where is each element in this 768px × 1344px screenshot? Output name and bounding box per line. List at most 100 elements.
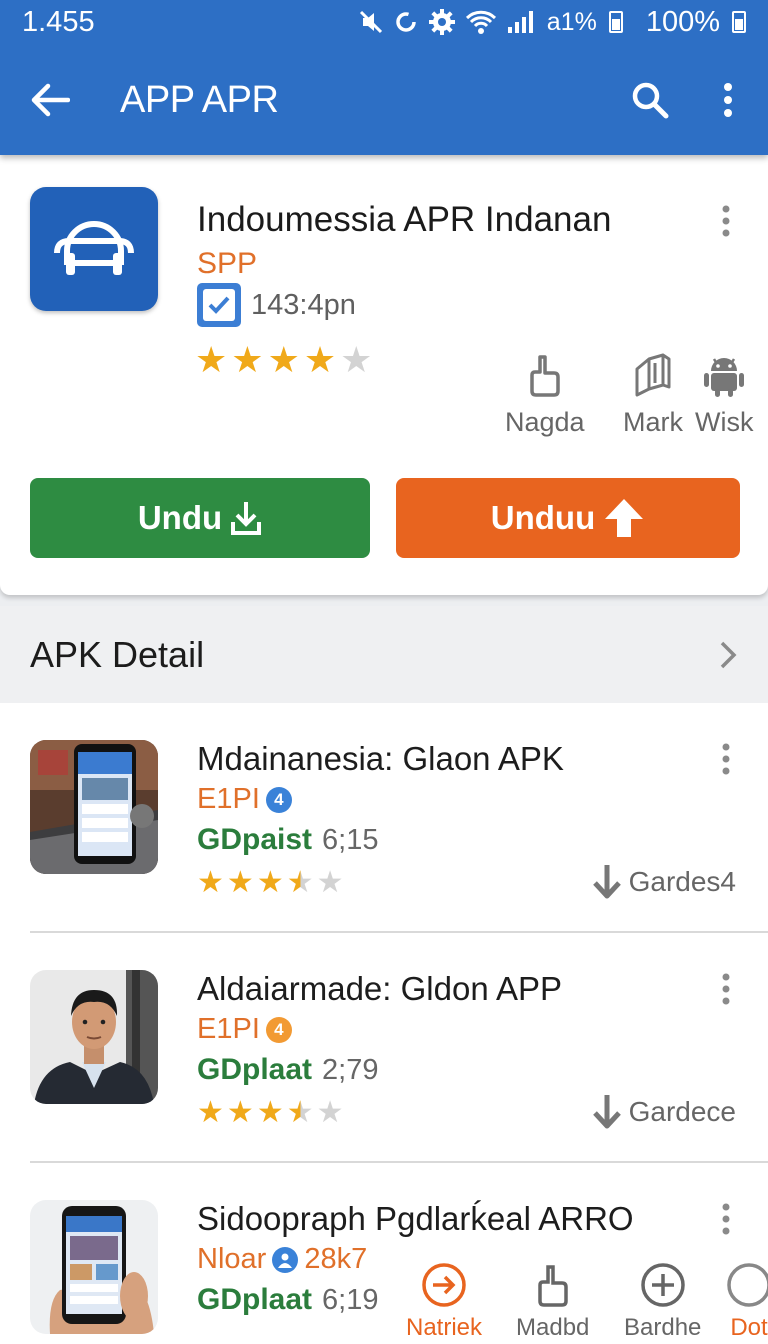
star-empty-icon: ★ [316, 1096, 344, 1129]
search-icon [632, 82, 669, 119]
battery-icon [732, 11, 746, 33]
app-actions: Nagda Mark Wisk [505, 353, 760, 448]
star-icon: ★ [226, 1096, 254, 1129]
nav-label: Bardhe [624, 1314, 702, 1341]
star-empty-icon: ★ [340, 339, 373, 380]
verified-checkbox[interactable] [197, 283, 241, 327]
item-category-label: E1PI [197, 783, 260, 815]
item-title: Sidoopraph Pgdlarḱeal ARRO [197, 1200, 634, 1237]
star-half-icon: ★ [286, 866, 314, 899]
item-publisher: GDplaat 2;79 [197, 1053, 378, 1087]
item-developer: GDplaat [197, 1283, 313, 1316]
headphones-logo-icon [54, 221, 134, 275]
item-download[interactable]: Gardece [591, 1093, 736, 1131]
star-empty-icon: ★ [316, 866, 344, 899]
app-more-button[interactable] [714, 205, 738, 239]
download-arrow-icon [592, 1095, 621, 1129]
overflow-menu-button[interactable] [688, 62, 768, 138]
download-button-label: Undu [137, 499, 223, 536]
action-label: Nagda [505, 407, 585, 437]
item-more-button[interactable] [714, 973, 738, 1007]
circle-icon [727, 1263, 768, 1307]
chevron-right-icon [688, 640, 768, 670]
nav-natriek[interactable]: Natriek [406, 1262, 482, 1342]
item-developer: GDplaat [197, 1053, 313, 1086]
sync-icon [393, 9, 419, 35]
item-category: E1PI 4 [197, 783, 292, 816]
settings-icon [428, 8, 456, 36]
item-category-label: Nloar [197, 1243, 267, 1275]
app-title: Indoumessia APR Indanan [197, 200, 612, 239]
list-item[interactable]: Aldaiarmade: Gldon APP E1PI 4 GDplaat 2;… [0, 933, 768, 1163]
item-version: 2;79 [322, 1054, 379, 1086]
star-icon: ★ [267, 339, 300, 380]
arrow-circle-icon [422, 1263, 466, 1307]
wifi-icon [465, 9, 497, 35]
plus-circle-icon [640, 1263, 685, 1307]
item-category: Nloar 28k7 [197, 1243, 367, 1276]
search-button[interactable] [612, 62, 688, 138]
item-badge: 4 [265, 1016, 292, 1043]
star-half-icon: ★ [286, 1096, 314, 1129]
android-icon [704, 358, 745, 397]
download-button[interactable]: Undu [30, 478, 370, 558]
check-icon [208, 296, 230, 314]
mark-icon [635, 353, 671, 397]
battery-small-icon [608, 11, 623, 33]
item-badge: 4 [265, 786, 292, 813]
download-arrow-icon [592, 865, 621, 899]
nav-label: Natriek [406, 1314, 483, 1341]
app-list: Mdainanesia: Glaon APK E1PI 4 GDpaist 6;… [0, 703, 768, 1344]
status-time: 1.455 [22, 5, 95, 38]
star-icon: ★ [226, 866, 254, 899]
back-button[interactable] [0, 62, 100, 138]
app-hero-card: Indoumessia APR Indanan SPP 143:4pn ★ ★ … [0, 155, 768, 595]
item-rating: ★ ★ ★ ★ ★ [197, 1098, 344, 1128]
nav-label: Dot [730, 1314, 768, 1341]
more-vertical-icon [722, 973, 730, 1005]
app-rating: ★ ★ ★ ★ ★ [195, 342, 372, 378]
app-bar: APP APR [0, 62, 768, 138]
arrow-up-icon [605, 499, 644, 537]
thumb-icon [537, 1265, 568, 1307]
list-item[interactable]: Mdainanesia: Glaon APK E1PI 4 GDpaist 6;… [0, 703, 768, 933]
apk-detail-header[interactable]: APK Detail [0, 606, 768, 703]
more-vertical-icon [722, 205, 730, 237]
bottom-action-bar: Natriek Madbd Bardhe Dot [398, 1262, 768, 1344]
arrow-left-icon [31, 83, 70, 117]
star-icon: ★ [256, 866, 284, 899]
star-icon: ★ [197, 1096, 224, 1129]
section-title: APK Detail [30, 633, 205, 675]
download-tray-icon [231, 502, 262, 535]
item-more-button[interactable] [714, 743, 738, 777]
action-mark[interactable]: Mark [623, 353, 683, 438]
more-vertical-icon [724, 83, 732, 117]
thumb-icon [530, 355, 560, 397]
app-meta-time: 143:4pn [251, 288, 356, 321]
item-download-label: Gardece [628, 1096, 736, 1127]
item-developer: GDpaist [197, 823, 313, 856]
star-icon: ★ [303, 339, 337, 380]
more-vertical-icon [722, 1203, 730, 1235]
app-thumbnail-phone-laptop [30, 740, 158, 874]
item-category-label: E1PI [197, 1013, 260, 1045]
item-title: Aldaiarmade: Gldon APP [197, 970, 563, 1007]
upload-button[interactable]: Unduu [396, 478, 740, 558]
app-meta: 143:4pn [197, 283, 356, 327]
item-download[interactable]: Gardes4 [591, 863, 736, 901]
top-app-bar: 1.455 a1% 100% APP APR [0, 0, 768, 155]
signal-text: a1% [546, 7, 597, 36]
action-nagda[interactable]: Nagda [505, 353, 585, 438]
item-more-button[interactable] [714, 1203, 738, 1237]
nav-dot[interactable]: Dot [726, 1262, 768, 1342]
app-thumbnail-phone-hand [30, 1200, 158, 1334]
action-wisk[interactable]: Wisk [695, 353, 753, 438]
signal-icon [506, 9, 538, 35]
star-icon: ★ [256, 1096, 284, 1129]
action-label: Mark [623, 407, 683, 437]
nav-madbd[interactable]: Madbd [516, 1262, 589, 1342]
status-bar: 1.455 a1% 100% [0, 0, 768, 44]
nav-label: Madbd [516, 1314, 590, 1341]
app-logo [30, 187, 158, 311]
nav-bardhe[interactable]: Bardhe [624, 1262, 701, 1342]
